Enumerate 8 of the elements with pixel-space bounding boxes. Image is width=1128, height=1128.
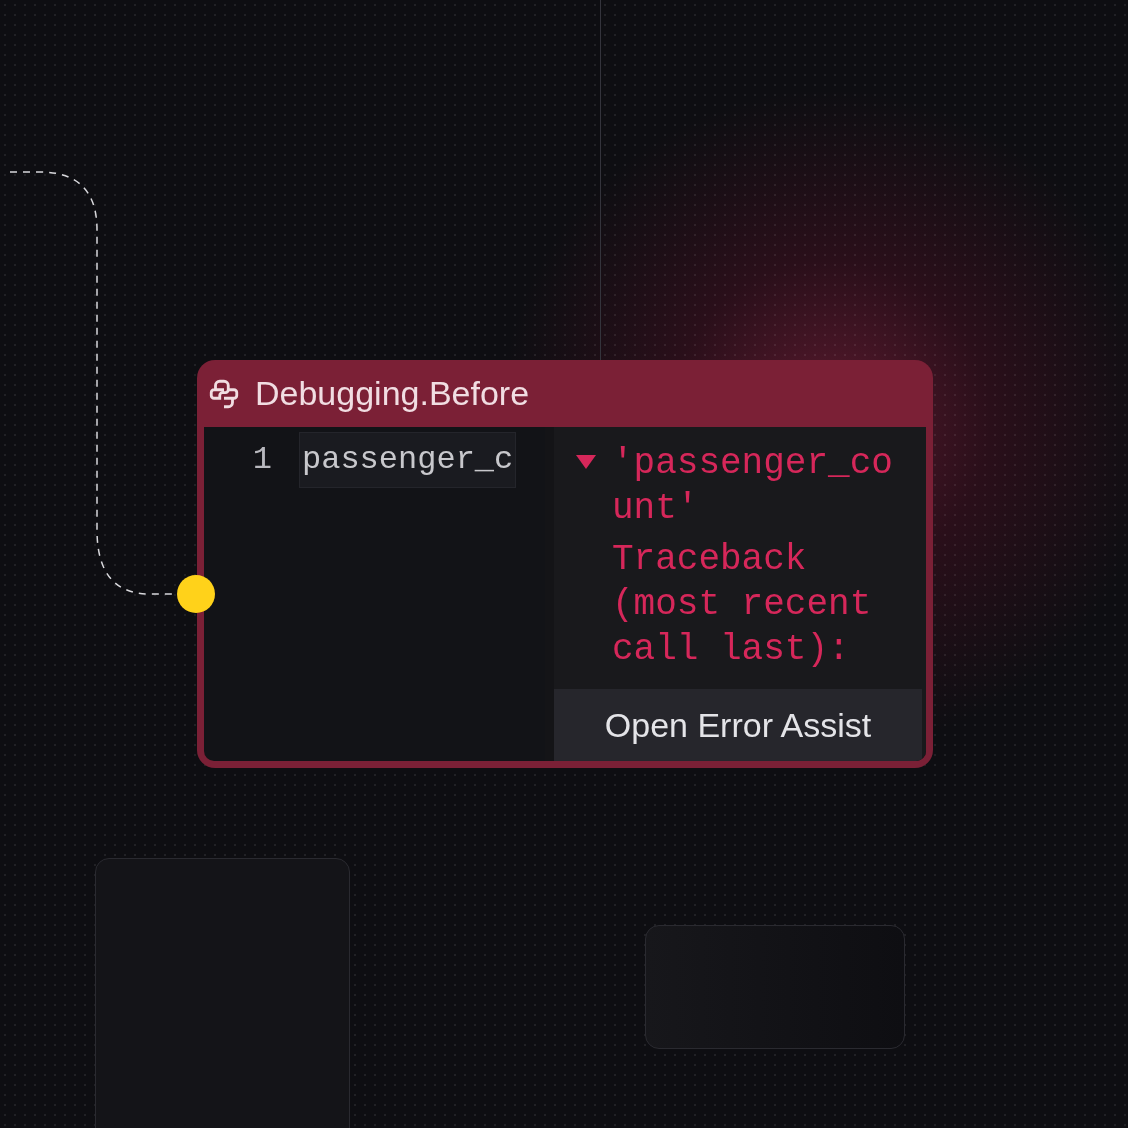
- caret-down-icon[interactable]: [576, 455, 596, 469]
- open-error-assist-button[interactable]: Open Error Assist: [554, 689, 922, 761]
- line-number: 1: [251, 440, 272, 480]
- traceback-text: Traceback (most recent call last):: [612, 538, 873, 672]
- connection-port[interactable]: [177, 575, 215, 613]
- node-title: Debugging.Before: [255, 373, 530, 414]
- error-title: 'passenger_count': [612, 442, 894, 531]
- code-text: passenger_c: [299, 432, 517, 488]
